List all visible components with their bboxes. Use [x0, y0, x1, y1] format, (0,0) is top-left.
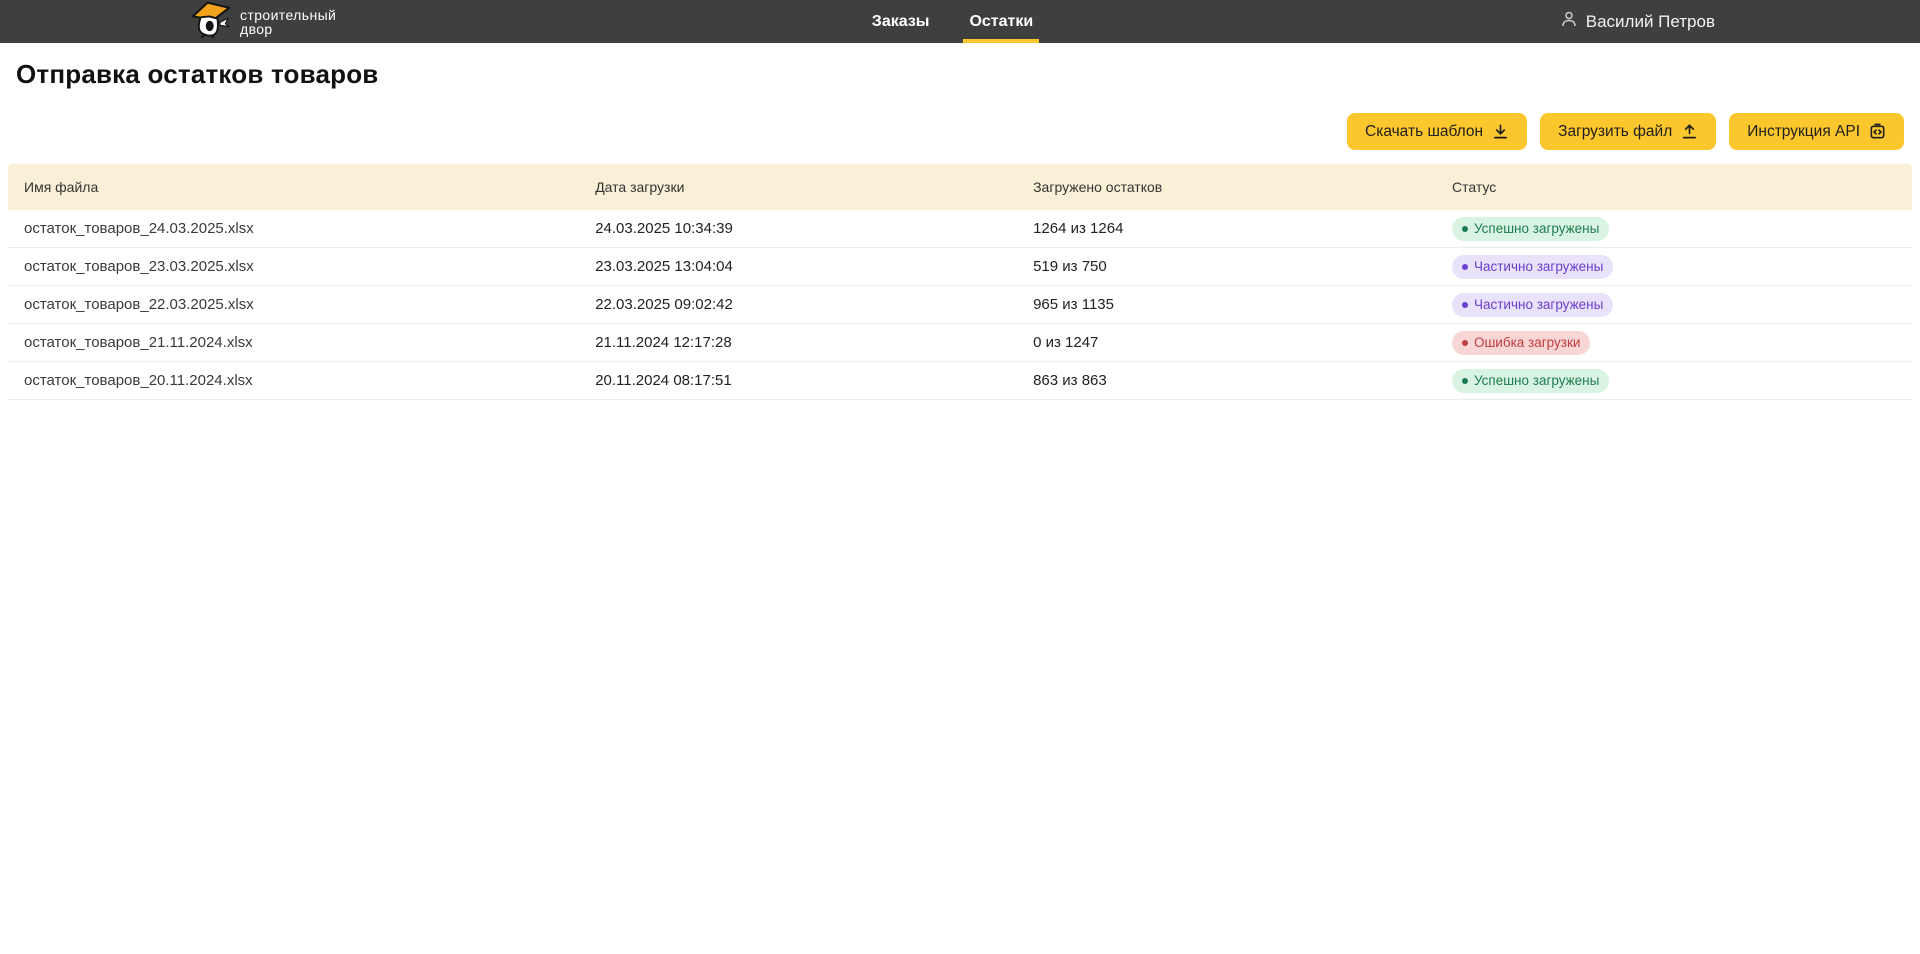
uploads-table: Имя файла Дата загрузки Загружено остатк…: [8, 164, 1912, 400]
status-label: Успешно загружены: [1474, 373, 1599, 388]
table-row: остаток_товаров_23.03.2025.xlsx 23.03.20…: [8, 248, 1912, 286]
code-clipboard-icon: [1869, 123, 1886, 140]
nav-tab-stocks[interactable]: Остатки: [957, 0, 1045, 43]
status-cell: Ошибка загрузки: [1436, 331, 1912, 355]
status-dot-icon: [1462, 226, 1468, 232]
api-instruction-button[interactable]: Инструкция API: [1729, 113, 1904, 150]
logo[interactable]: строительный двор: [190, 0, 336, 43]
table-row: остаток_товаров_20.11.2024.xlsx 20.11.20…: [8, 362, 1912, 400]
status-badge: Частично загружены: [1452, 293, 1613, 317]
person-icon: [1560, 10, 1578, 33]
status-badge: Успешно загружены: [1452, 217, 1609, 241]
download-template-label: Скачать шаблон: [1365, 123, 1483, 141]
top-bar: строительный двор Заказы Остатки Василий…: [0, 0, 1920, 43]
file-link[interactable]: остаток_товаров_23.03.2025.xlsx: [24, 258, 254, 275]
col-header-loaded-count: Загружено остатков: [1017, 179, 1436, 195]
file-link[interactable]: остаток_товаров_20.11.2024.xlsx: [24, 372, 253, 389]
download-icon: [1492, 123, 1509, 140]
status-cell: Частично загружены: [1436, 293, 1912, 317]
user-menu[interactable]: Василий Петров: [1560, 10, 1715, 33]
status-badge: Успешно загружены: [1452, 369, 1609, 393]
download-template-button[interactable]: Скачать шаблон: [1347, 113, 1527, 150]
status-cell: Успешно загружены: [1436, 369, 1912, 393]
filename-cell: остаток_товаров_20.11.2024.xlsx: [8, 372, 579, 389]
status-label: Частично загружены: [1474, 297, 1603, 312]
loaded-count-cell: 965 из 1135: [1017, 296, 1436, 313]
status-dot-icon: [1462, 264, 1468, 270]
upload-date-cell: 24.03.2025 10:34:39: [579, 220, 1017, 237]
col-header-filename: Имя файла: [8, 179, 579, 195]
nav-tab-orders[interactable]: Заказы: [860, 0, 942, 43]
upload-file-label: Загрузить файл: [1558, 123, 1672, 141]
table-header-row: Имя файла Дата загрузки Загружено остатк…: [8, 164, 1912, 210]
file-link[interactable]: остаток_товаров_21.11.2024.xlsx: [24, 334, 253, 351]
filename-cell: остаток_товаров_23.03.2025.xlsx: [8, 258, 579, 275]
table-row: остаток_товаров_21.11.2024.xlsx 21.11.20…: [8, 324, 1912, 362]
table-row: остаток_товаров_24.03.2025.xlsx 24.03.20…: [8, 210, 1912, 248]
upload-date-cell: 21.11.2024 12:17:28: [579, 334, 1017, 351]
status-dot-icon: [1462, 340, 1468, 346]
loaded-count-cell: 1264 из 1264: [1017, 220, 1436, 237]
user-name: Василий Петров: [1586, 12, 1715, 32]
page-title: Отправка остатков товаров: [0, 43, 1920, 90]
top-bar-left: строительный двор: [0, 0, 860, 43]
logo-line2: двор: [240, 21, 273, 37]
filename-cell: остаток_товаров_24.03.2025.xlsx: [8, 220, 579, 237]
upload-file-button[interactable]: Загрузить файл: [1540, 113, 1716, 150]
status-dot-icon: [1462, 378, 1468, 384]
status-cell: Успешно загружены: [1436, 217, 1912, 241]
logo-text: строительный двор: [240, 8, 336, 36]
upload-date-cell: 22.03.2025 09:02:42: [579, 296, 1017, 313]
toolbar: Скачать шаблон Загрузить файл Инструкция…: [0, 90, 1920, 164]
upload-date-cell: 20.11.2024 08:17:51: [579, 372, 1017, 389]
status-label: Ошибка загрузки: [1474, 335, 1580, 350]
filename-cell: остаток_товаров_21.11.2024.xlsx: [8, 334, 579, 351]
main-nav: Заказы Остатки: [860, 0, 1045, 43]
upload-icon: [1681, 123, 1698, 140]
status-label: Успешно загружены: [1474, 221, 1599, 236]
file-link[interactable]: остаток_товаров_24.03.2025.xlsx: [24, 220, 254, 237]
table-body: остаток_товаров_24.03.2025.xlsx 24.03.20…: [8, 210, 1912, 400]
col-header-upload-date: Дата загрузки: [579, 179, 1017, 195]
upload-date-cell: 23.03.2025 13:04:04: [579, 258, 1017, 275]
birdhouse-logo-icon: [190, 0, 232, 43]
status-label: Частично загружены: [1474, 259, 1603, 274]
loaded-count-cell: 519 из 750: [1017, 258, 1436, 275]
file-link[interactable]: остаток_товаров_22.03.2025.xlsx: [24, 296, 254, 313]
loaded-count-cell: 0 из 1247: [1017, 334, 1436, 351]
status-badge: Частично загружены: [1452, 255, 1613, 279]
status-cell: Частично загружены: [1436, 255, 1912, 279]
table-row: остаток_товаров_22.03.2025.xlsx 22.03.20…: [8, 286, 1912, 324]
filename-cell: остаток_товаров_22.03.2025.xlsx: [8, 296, 579, 313]
top-bar-right: Василий Петров: [1045, 0, 1920, 43]
status-dot-icon: [1462, 302, 1468, 308]
col-header-status: Статус: [1436, 179, 1912, 195]
status-badge: Ошибка загрузки: [1452, 331, 1590, 355]
loaded-count-cell: 863 из 863: [1017, 372, 1436, 389]
api-instruction-label: Инструкция API: [1747, 123, 1860, 141]
